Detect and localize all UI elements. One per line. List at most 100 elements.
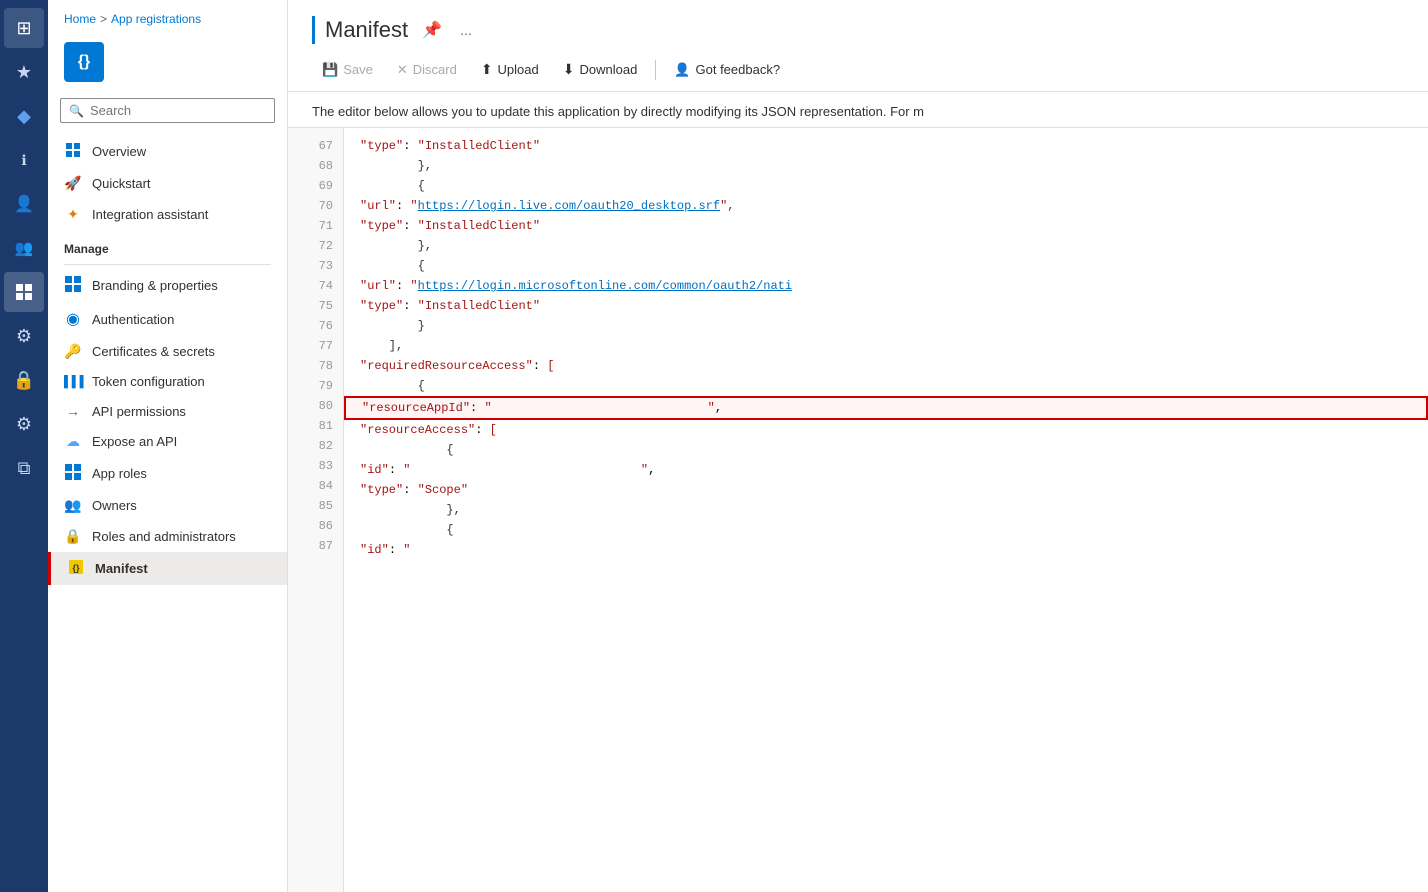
layers-icon[interactable]: ⧉	[4, 448, 44, 488]
save-button[interactable]: 💾 Save	[312, 57, 383, 83]
code-line: }	[344, 316, 1428, 336]
code-line: "type": "InstalledClient"	[344, 296, 1428, 316]
expose-api-icon: ☁	[64, 433, 82, 450]
discard-button[interactable]: ✕ Discard	[387, 57, 467, 83]
lock-icon[interactable]: 🔒	[4, 360, 44, 400]
code-line: {	[344, 256, 1428, 276]
code-line: {	[344, 376, 1428, 396]
line-number: 80	[288, 396, 343, 416]
authentication-icon: ◉	[64, 309, 82, 329]
sidebar-item-roles-admin[interactable]: 🔒 Roles and administrators	[48, 521, 287, 552]
manage-section-label: Manage	[48, 230, 287, 260]
code-line: {	[344, 520, 1428, 540]
sidebar-item-app-roles-label: App roles	[92, 466, 147, 481]
description-text: The editor below allows you to update th…	[288, 92, 1428, 128]
search-input[interactable]	[90, 103, 266, 118]
line-number: 68	[288, 156, 343, 176]
code-line: ],	[344, 336, 1428, 356]
line-number: 69	[288, 176, 343, 196]
sidebar-item-roles-admin-label: Roles and administrators	[92, 529, 236, 544]
line-numbers: 6768697071727374757677787980818283848586…	[288, 128, 344, 892]
line-number: 76	[288, 316, 343, 336]
line-number: 67	[288, 136, 343, 156]
code-line: "id": "	[344, 540, 1428, 560]
sidebar-item-branding-label: Branding & properties	[92, 278, 218, 293]
sidebar-item-quickstart[interactable]: 🚀 Quickstart	[48, 168, 287, 199]
upload-icon: ⬆	[481, 61, 493, 78]
api-permissions-icon: →	[64, 403, 82, 419]
sidebar-item-manifest[interactable]: {} Manifest	[48, 552, 287, 585]
line-number: 79	[288, 376, 343, 396]
manage-divider	[64, 264, 271, 265]
line-number: 70	[288, 196, 343, 216]
sidebar-item-token[interactable]: ▌▌▌ Token configuration	[48, 367, 287, 396]
code-line: {	[344, 440, 1428, 460]
integration-icon: ✦	[64, 206, 82, 223]
feedback-button[interactable]: 👤 Got feedback?	[664, 57, 790, 83]
breadcrumb-current[interactable]: App registrations	[111, 12, 201, 26]
owners-icon: 👥	[64, 497, 82, 514]
line-number: 81	[288, 416, 343, 436]
app-roles-icon	[64, 464, 82, 483]
users-icon[interactable]: 👥	[4, 228, 44, 268]
sidebar-item-expose-api-label: Expose an API	[92, 434, 177, 449]
line-number: 71	[288, 216, 343, 236]
manifest-icon: {}	[67, 559, 85, 578]
line-number: 87	[288, 536, 343, 556]
grid-active-icon[interactable]	[4, 272, 44, 312]
sidebar-item-api-permissions[interactable]: → API permissions	[48, 396, 287, 426]
line-number: 85	[288, 496, 343, 516]
page-title-row: Manifest 📌 ...	[312, 16, 1404, 44]
sidebar-item-authentication-label: Authentication	[92, 312, 174, 327]
diamond-icon[interactable]: ◆	[4, 96, 44, 136]
code-line: },	[344, 500, 1428, 520]
favorites-icon[interactable]: ★	[4, 52, 44, 92]
toolbar: 💾 Save ✕ Discard ⬆ Upload ⬇ Download 👤 G…	[312, 56, 1404, 91]
feedback-icon: 👤	[674, 62, 690, 78]
line-number: 77	[288, 336, 343, 356]
line-number: 73	[288, 256, 343, 276]
sidebar-item-owners[interactable]: 👥 Owners	[48, 490, 287, 521]
sidebar-item-api-permissions-label: API permissions	[92, 404, 186, 419]
code-line: "type": "Scope"	[344, 480, 1428, 500]
code-line: },	[344, 156, 1428, 176]
overview-icon	[64, 142, 82, 161]
sidebar-item-authentication[interactable]: ◉ Authentication	[48, 302, 287, 336]
save-icon: 💾	[322, 62, 338, 78]
code-line: },	[344, 236, 1428, 256]
code-line: "resourceAccess": [	[344, 420, 1428, 440]
code-line: {	[344, 176, 1428, 196]
search-icon: 🔍	[69, 104, 84, 118]
token-icon: ▌▌▌	[64, 376, 82, 388]
sidebar-item-branding[interactable]: Branding & properties	[48, 269, 287, 302]
code-line: "requiredResourceAccess": [	[344, 356, 1428, 376]
gear-icon[interactable]: ⚙	[4, 316, 44, 356]
code-line: "id": " ",	[344, 460, 1428, 480]
certificates-icon: 🔑	[64, 343, 82, 360]
page-title-divider	[312, 16, 315, 44]
sidebar-item-expose-api[interactable]: ☁ Expose an API	[48, 426, 287, 457]
sidebar-item-app-roles[interactable]: App roles	[48, 457, 287, 490]
sidebar-item-certificates[interactable]: 🔑 Certificates & secrets	[48, 336, 287, 367]
user-icon[interactable]: 👤	[4, 184, 44, 224]
download-button[interactable]: ⬇ Download	[553, 56, 648, 83]
sidebar: Home > App registrations {} 🔍 « Overview…	[48, 0, 288, 892]
info-icon[interactable]: ℹ	[4, 140, 44, 180]
breadcrumb: Home > App registrations	[48, 0, 287, 34]
line-number: 78	[288, 356, 343, 376]
page-header: Manifest 📌 ... 💾 Save ✕ Discard ⬆ Upload…	[288, 0, 1428, 92]
sidebar-item-integration[interactable]: ✦ Integration assistant	[48, 199, 287, 230]
line-number: 84	[288, 476, 343, 496]
home-icon[interactable]: ⊞	[4, 8, 44, 48]
breadcrumb-home[interactable]: Home	[64, 12, 96, 26]
sidebar-item-overview[interactable]: Overview	[48, 135, 287, 168]
sidebar-item-certificates-label: Certificates & secrets	[92, 344, 215, 359]
roles-admin-icon: 🔒	[64, 528, 82, 545]
code-area[interactable]: "type": "InstalledClient" }, { "url": "h…	[344, 128, 1428, 892]
settings2-icon[interactable]: ⚙	[4, 404, 44, 444]
sidebar-item-overview-label: Overview	[92, 144, 146, 159]
download-icon: ⬇	[563, 61, 575, 78]
more-icon[interactable]: ...	[456, 20, 476, 40]
pin-icon[interactable]: 📌	[418, 18, 446, 42]
upload-button[interactable]: ⬆ Upload	[471, 56, 549, 83]
